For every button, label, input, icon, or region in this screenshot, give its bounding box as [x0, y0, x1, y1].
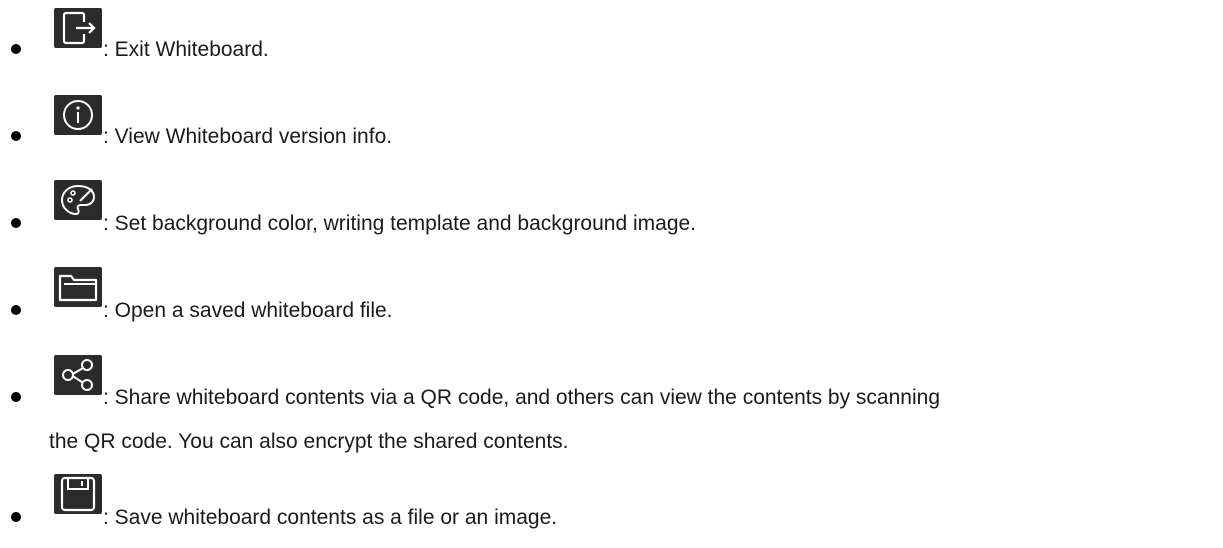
item-text: : Save whiteboard contents as a file or … — [103, 506, 558, 529]
exit-icon — [54, 8, 102, 48]
item-text-continuation: the QR code. You can also encrypt the sh… — [49, 430, 569, 453]
bullet — [11, 392, 21, 402]
item-text: : Open a saved whiteboard file. — [103, 299, 393, 322]
bullet — [11, 131, 21, 141]
item-text: : Exit Whiteboard. — [103, 38, 269, 61]
item-text: : Share whiteboard contents via a QR cod… — [103, 386, 940, 409]
save-icon — [54, 474, 102, 514]
feature-list: : Exit Whiteboard. : View Whiteboard ver… — [0, 0, 1223, 548]
palette-icon — [54, 180, 102, 220]
bullet — [11, 218, 21, 228]
folder-icon — [54, 267, 102, 307]
share-icon — [54, 355, 102, 395]
item-text: : View Whiteboard version info. — [103, 125, 393, 148]
bullet — [11, 512, 21, 522]
info-icon — [54, 95, 102, 135]
bullet — [11, 44, 21, 54]
item-text: : Set background color, writing template… — [103, 212, 697, 235]
bullet — [11, 305, 21, 315]
